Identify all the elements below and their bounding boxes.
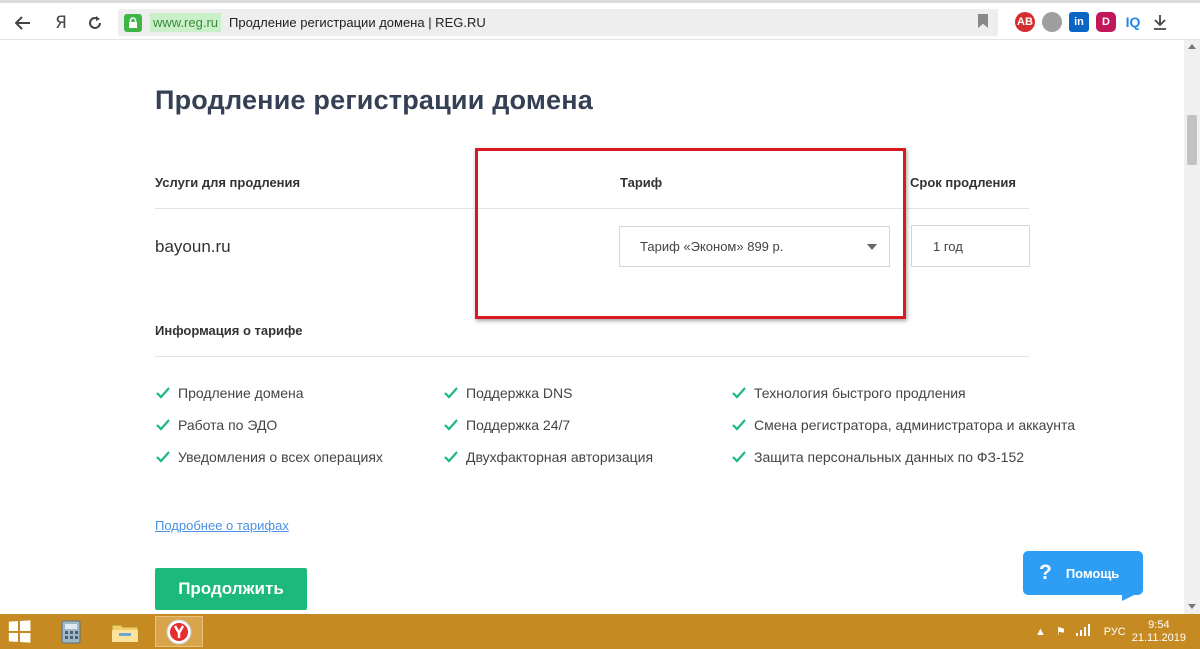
tray-arrow-icon[interactable]: ▲ [1035,626,1046,638]
help-button[interactable]: ? Помощь [1023,551,1143,595]
vertical-scrollbar[interactable] [1184,40,1200,614]
tariff-info-heading: Информация о тарифе [155,323,303,338]
check-icon [444,419,458,431]
check-icon [156,419,170,431]
address-bar[interactable]: www.reg.ru Продление регистрации домена … [118,9,998,36]
feature-item: Технология быстрого продления [731,385,966,401]
calculator-icon[interactable] [47,616,95,647]
feature-label: Поддержка 24/7 [466,417,571,433]
check-icon [732,419,746,431]
yandex-browser-taskbar-icon[interactable] [155,616,203,647]
feature-item: Поддержка DNS [443,385,572,401]
lock-icon [124,13,142,32]
bookmark-icon[interactable] [978,14,988,28]
feature-item: Продление домена [155,385,304,401]
clock-date: 21.11.2019 [1131,631,1186,644]
linkedin-icon[interactable]: in [1069,12,1089,32]
feature-label: Работа по ЭДО [178,417,278,433]
feature-label: Уведомления о всех операциях [178,449,383,465]
feature-item: Двухфакторная авторизация [443,449,653,465]
continue-button[interactable]: Продолжить [155,568,307,610]
feature-item: Защита персональных данных по ФЗ-152 [731,449,1024,465]
feature-item: Смена регистратора, администратора и акк… [731,417,1075,433]
windows-taskbar: ▲ ⚑ РУС 9:54 21.11.2019 [0,614,1200,649]
term-field[interactable]: 1 год [911,225,1030,267]
system-tray: ▲ ⚑ РУС 9:54 21.11.2019 [1035,614,1200,649]
page-content: Продление регистрации домена Услуги для … [0,40,1184,614]
windows-start-icon[interactable] [8,620,31,643]
globe-icon[interactable] [1042,12,1062,32]
header-divider [155,208,1029,209]
question-icon: ? [1039,561,1052,584]
scroll-down-icon[interactable] [1188,604,1196,609]
network-signal-icon[interactable] [1075,624,1090,639]
d-extension-icon[interactable]: D [1096,12,1116,32]
feature-label: Технология быстрого продления [754,385,966,401]
help-button-label: Помощь [1065,565,1120,581]
term-value: 1 год [933,238,963,254]
feature-label: Защита персональных данных по ФЗ-152 [754,449,1025,465]
feature-label: Поддержка DNS [466,385,573,401]
iq-icon[interactable]: IQ [1123,12,1143,32]
info-divider [155,356,1029,357]
page-tab-title: Продление регистрации домена | REG.RU [229,15,486,30]
chevron-down-icon [867,244,877,250]
check-icon [732,387,746,399]
check-icon [156,451,170,463]
feature-label: Смена регистратора, администратора и акк… [754,417,1076,433]
column-header-term: Срок продления [910,175,1016,190]
tariff-select[interactable]: Тариф «Эконом» 899 р. [619,226,890,267]
check-icon [444,451,458,463]
tariff-details-link[interactable]: Подробнее о тарифах [155,518,289,533]
file-explorer-icon[interactable] [101,616,149,647]
clock-time: 9:54 [1148,618,1170,631]
language-indicator[interactable]: РУС [1104,626,1126,638]
download-icon[interactable] [1150,12,1170,32]
page-title: Продление регистрации домена [155,85,593,115]
feature-label: Двухфакторная авторизация [466,449,654,465]
feature-item: Работа по ЭДО [155,417,277,433]
back-arrow-icon[interactable] [12,12,34,34]
column-header-tariff: Тариф [620,175,663,190]
feature-item: Уведомления о всех операциях [155,449,383,465]
check-icon [156,387,170,399]
help-bubble-tail [1122,591,1142,601]
feature-label: Продление домена [178,385,304,401]
url-host: www.reg.ru [150,13,222,32]
yandex-logo-icon[interactable]: Я [50,12,72,34]
system-clock[interactable]: 9:54 21.11.2019 [1132,619,1186,645]
action-center-flag-icon[interactable]: ⚑ [1056,625,1066,638]
tariff-select-value: Тариф «Эконом» 899 р. [640,239,784,254]
feature-item: Поддержка 24/7 [443,417,570,433]
check-icon [732,451,746,463]
scroll-up-icon[interactable] [1188,44,1196,49]
domain-name: bayoun.ru [155,237,231,256]
scrollbar-thumb[interactable] [1187,115,1197,165]
column-header-services: Услуги для продления [155,175,301,190]
reload-icon[interactable] [84,12,106,34]
browser-toolbar: Я www.reg.ru Продление регистрации домен… [0,0,1200,40]
abp-icon[interactable]: AB [1015,12,1035,32]
check-icon [444,387,458,399]
extensions-area: AB in D IQ [1015,12,1170,32]
